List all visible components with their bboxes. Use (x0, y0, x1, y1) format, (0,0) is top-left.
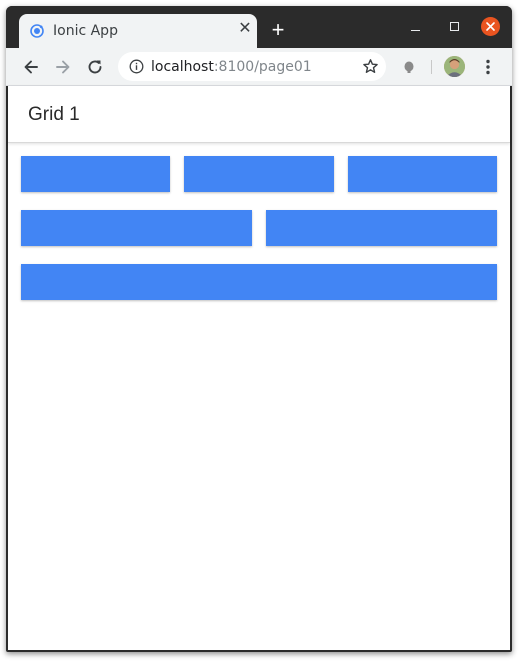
avatar[interactable] (444, 56, 465, 77)
arrow-left-icon[interactable] (21, 57, 41, 77)
url-text: localhost:8100/page01 (151, 59, 312, 75)
browser-window: Ionic App ✕ + localhost:8100/page01 Grid… (6, 6, 512, 652)
ionic-logo-icon (30, 24, 44, 38)
more-vert-icon[interactable] (478, 57, 498, 77)
window-close-glyph (486, 22, 495, 31)
plus-icon[interactable]: + (268, 19, 288, 41)
grid-cell-row1-col1 (21, 156, 170, 192)
close-icon[interactable]: ✕ (236, 20, 254, 38)
toolbar-separator (431, 60, 432, 74)
window-close-icon[interactable] (481, 17, 500, 36)
extension-icon[interactable] (399, 57, 419, 77)
info-icon[interactable] (129, 59, 144, 74)
url-host: localhost (151, 59, 214, 75)
tab-title: Ionic App (53, 23, 118, 39)
tab-strip: Ionic App ✕ + (6, 6, 512, 48)
arrow-right-icon[interactable] (53, 57, 73, 77)
grid-cell-row3-col1 (21, 264, 497, 300)
page-viewport: Grid 1 (8, 86, 510, 650)
browser-toolbar: localhost:8100/page01 (6, 48, 512, 86)
page-title: Grid 1 (28, 104, 80, 125)
grid-cell-row2-col2 (266, 210, 497, 246)
reload-icon[interactable] (85, 57, 105, 77)
grid-cell-row1-col2 (184, 156, 334, 192)
url-path: :8100/page01 (213, 59, 312, 75)
minimize-icon[interactable] (411, 30, 420, 31)
browser-tab[interactable]: Ionic App ✕ (19, 14, 257, 48)
page-header: Grid 1 (8, 86, 510, 143)
profile-photo-icon (444, 56, 465, 77)
star-icon[interactable] (362, 58, 379, 75)
grid-cell-row2-col1 (21, 210, 252, 246)
grid-cell-row1-col3 (348, 156, 497, 192)
maximize-icon[interactable] (450, 22, 459, 31)
address-bar[interactable]: localhost:8100/page01 (118, 52, 386, 81)
